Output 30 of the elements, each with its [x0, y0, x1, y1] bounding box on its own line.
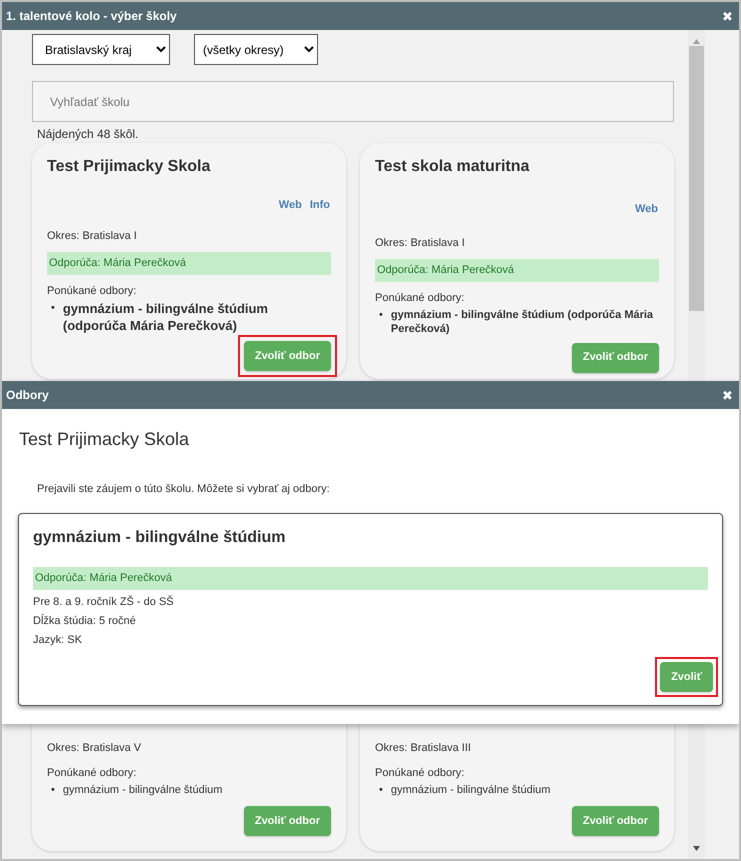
programs-label: Ponúkané odbory: [47, 284, 138, 298]
school-name: Test Prijimacky Skola [47, 157, 212, 177]
program-item: gymnázium - bilingválne štúdium [62, 783, 222, 798]
district-text: Okres: Bratislava III [375, 741, 472, 756]
programs-label: Ponúkané odbory: [375, 290, 466, 306]
window-title: 1. talentové kolo - výber školy [6, 8, 177, 25]
program-detail: Pre 8. a 9. ročník ZŠ - do SŠ [33, 596, 175, 609]
intro-text: Prejavili ste záujem o túto školu. Môžete si vybrať aj odbory: [37, 482, 331, 497]
program-name: gymnázium - bilingválne štúdium [33, 528, 286, 548]
recommendation-text: Odporúča: Mária Perečková [375, 259, 659, 282]
school-name: Test Prijimacky Skola [19, 429, 190, 451]
recommendation-text: Odporúča: Mária Perečková [47, 252, 331, 274]
program-item: gymnázium - bilingválne štúdium (odporúča Mária Perečková) [62, 301, 269, 335]
dialog-title: Odbory [6, 387, 49, 404]
bullet: • [51, 301, 55, 316]
district-text: Okres: Bratislava I [375, 236, 466, 250]
programs-label: Ponúkané odbory: [375, 766, 466, 780]
program-detail: Jazyk: SK [33, 634, 83, 647]
program-item: gymnázium - bilingválne štúdium (odporúča Mária Perečková) [390, 308, 654, 337]
school-name: Test skola maturitna [375, 157, 530, 177]
bullet: • [379, 783, 383, 798]
bullet: • [51, 783, 55, 798]
district-text: Okres: Bratislava I [47, 228, 138, 244]
program-item: gymnázium - bilingválne štúdium [390, 783, 550, 798]
bullet: • [379, 308, 383, 323]
program-detail: Dĺžka štúdia: 5 ročné [33, 614, 137, 628]
recommendation-text: Odporúča: Mária Perečková [33, 567, 708, 590]
district-text: Okres: Bratislava V [47, 741, 142, 756]
result-count: Nájdených 48 škôl. [37, 127, 140, 141]
programs-label: Ponúkané odbory: [47, 766, 138, 780]
